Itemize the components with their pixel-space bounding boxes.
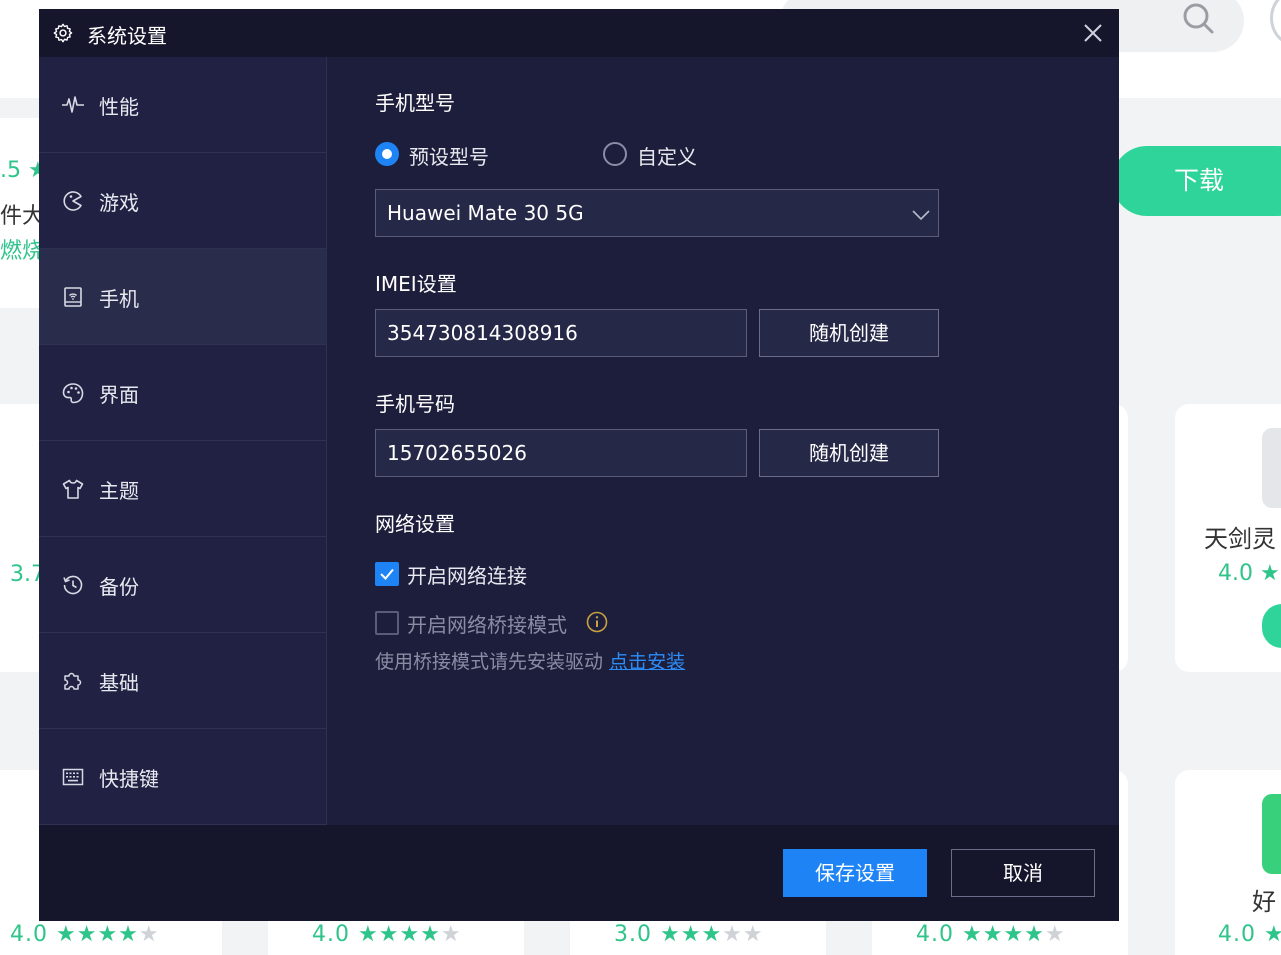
- sidebar-item-label: 手机: [99, 287, 139, 311]
- info-icon[interactable]: [585, 610, 609, 634]
- radio-custom-model[interactable]: 自定义: [603, 139, 803, 169]
- bridge-mode-checkbox[interactable]: 开启网络桥接模式: [375, 609, 615, 637]
- imei-random-button[interactable]: 随机创建: [759, 309, 939, 357]
- background-text-fragment: 件大: [0, 204, 45, 229]
- radio-label: 预设型号: [409, 145, 489, 169]
- network-section-title: 网络设置: [375, 512, 455, 536]
- rating-stars: ★: [1264, 922, 1281, 947]
- dialog-footer: 保存设置 取消: [39, 825, 1119, 921]
- rating-stars: ★★★★★: [358, 922, 462, 947]
- background-download-button[interactable]: 下载: [1112, 146, 1281, 216]
- model-section-title: 手机型号: [375, 91, 455, 115]
- phone-model-select[interactable]: Huawei Mate 30 5G: [375, 189, 939, 237]
- rating-score: 3.0: [614, 922, 652, 947]
- sidebar-item-label: 快捷键: [99, 767, 159, 791]
- background-app-thumbnail: [1262, 794, 1281, 874]
- checkbox-box[interactable]: [375, 562, 399, 586]
- sidebar-item-phone[interactable]: 手机: [39, 249, 326, 345]
- save-button[interactable]: 保存设置: [783, 849, 927, 897]
- shirt-icon: [61, 477, 85, 501]
- phone-settings-panel: 手机型号 预设型号 自定义 Huawei Mate 30 5G IMEI设置 3…: [327, 57, 1119, 825]
- settings-dialog: 系统设置 性能 游戏 手机 界面 主题 备份 基础 快捷键 手机型号 预设型号 …: [39, 9, 1119, 921]
- rating-score: 4.0: [10, 922, 48, 947]
- history-icon: [61, 573, 85, 597]
- sidebar-item-interface[interactable]: 界面: [39, 345, 326, 441]
- phone-icon: [61, 285, 85, 309]
- cancel-button[interactable]: 取消: [951, 849, 1095, 897]
- number-section-title: 手机号码: [375, 392, 455, 416]
- number-random-button[interactable]: 随机创建: [759, 429, 939, 477]
- sidebar-item-game[interactable]: 游戏: [39, 153, 326, 249]
- background-app-name: 天剑灵: [1204, 525, 1276, 553]
- sidebar-item-label: 备份: [99, 575, 139, 599]
- chevron-down-icon[interactable]: [910, 204, 932, 226]
- imei-input[interactable]: 354730814308916: [375, 309, 747, 357]
- radio-label: 自定义: [637, 145, 697, 169]
- sidebar-item-shortcuts[interactable]: 快捷键: [39, 729, 326, 825]
- rating-score: 4.0: [916, 922, 954, 947]
- background-rating: 3.0 ★★★★★: [614, 922, 764, 947]
- imei-section-title: IMEI设置: [375, 272, 457, 296]
- rating-stars: ★★★★★: [660, 922, 764, 947]
- rating-score: 4.0: [312, 922, 350, 947]
- sidebar-item-label: 游戏: [99, 191, 139, 215]
- rating-stars: ★★★★★: [56, 922, 160, 947]
- background-app-rating: 4.0 ★: [1218, 561, 1280, 586]
- rating-score: 4.0: [1218, 922, 1256, 947]
- background-rating: 4.0 ★★★★★: [10, 922, 160, 947]
- install-driver-link[interactable]: 点击安装: [609, 651, 685, 673]
- pulse-icon: [61, 93, 85, 117]
- radio-dot[interactable]: [375, 142, 399, 166]
- imei-value: 354730814308916: [387, 321, 578, 345]
- sidebar-item-label: 界面: [99, 383, 139, 407]
- sidebar-item-theme[interactable]: 主题: [39, 441, 326, 537]
- phone-model-value: Huawei Mate 30 5G: [387, 201, 584, 225]
- bridge-hint: 使用桥接模式请先安装驱动 点击安装: [375, 647, 685, 674]
- sidebar-item-performance[interactable]: 性能: [39, 57, 326, 153]
- gear-icon: [52, 22, 74, 44]
- dialog-title: 系统设置: [87, 24, 167, 48]
- sidebar-item-backup[interactable]: 备份: [39, 537, 326, 633]
- sidebar-item-label: 主题: [99, 479, 139, 503]
- background-rating: 4.0 ★: [1218, 922, 1281, 947]
- bridge-hint-text: 使用桥接模式请先安装驱动: [375, 651, 604, 673]
- background-app-name: 好: [1252, 888, 1276, 916]
- sidebar-item-basic[interactable]: 基础: [39, 633, 326, 729]
- search-icon[interactable]: [1180, 0, 1216, 36]
- checkbox-label: 开启网络连接: [407, 564, 527, 588]
- close-icon[interactable]: [1081, 21, 1105, 45]
- sidebar-item-label: 基础: [99, 671, 139, 695]
- background-text-fragment: 燃烧: [0, 239, 45, 264]
- radio-dot[interactable]: [603, 142, 627, 166]
- checkbox-label: 开启网络桥接模式: [407, 613, 567, 637]
- radio-preset-model[interactable]: 预设型号: [375, 139, 575, 169]
- rating-stars: ★★★★★: [962, 922, 1066, 947]
- enable-network-checkbox[interactable]: 开启网络连接: [375, 560, 615, 588]
- settings-sidebar: 性能 游戏 手机 界面 主题 备份 基础 快捷键: [39, 57, 327, 825]
- puzzle-icon: [61, 669, 85, 693]
- checkbox-box[interactable]: [375, 611, 399, 635]
- game-icon: [61, 189, 85, 213]
- dialog-titlebar[interactable]: 系统设置: [39, 9, 1119, 57]
- background-rating: 4.0 ★★★★★: [916, 922, 1066, 947]
- phone-number-value: 15702655026: [387, 441, 527, 465]
- sidebar-item-label: 性能: [99, 95, 139, 119]
- palette-icon: [61, 381, 85, 405]
- background-app-thumbnail: [1262, 428, 1281, 508]
- phone-number-input[interactable]: 15702655026: [375, 429, 747, 477]
- keyboard-icon: [61, 765, 85, 789]
- background-rating: 4.0 ★★★★★: [312, 922, 462, 947]
